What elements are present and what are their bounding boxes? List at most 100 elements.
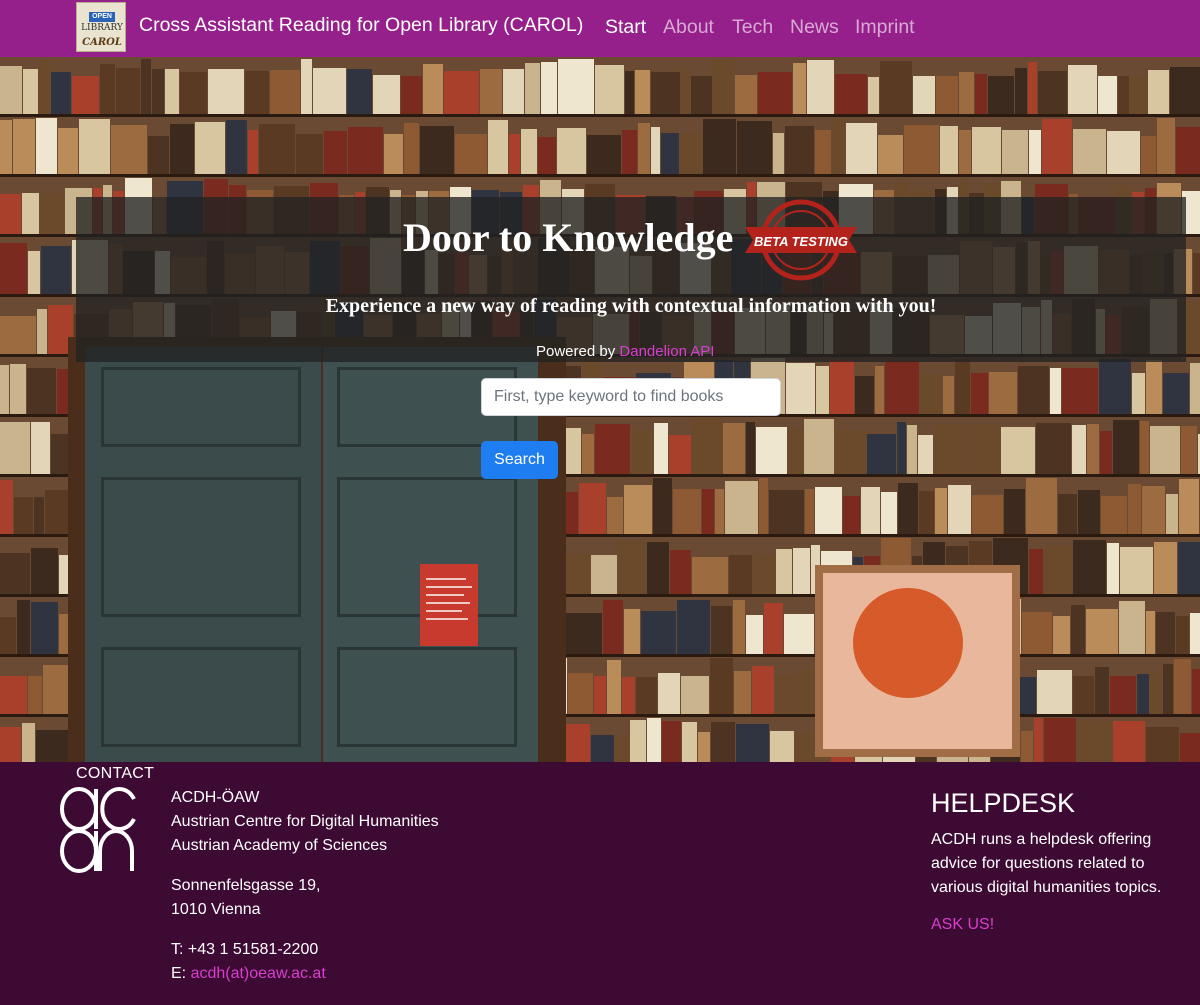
brand-title[interactable]: Cross Assistant Reading for Open Library… <box>139 14 583 37</box>
book-spine <box>776 549 792 597</box>
book-spine <box>1068 65 1097 117</box>
logo-open-label: OPEN <box>89 12 115 22</box>
book-spine <box>111 125 147 177</box>
book-spine <box>226 120 247 177</box>
book-spine <box>711 606 732 657</box>
dandelion-api-link[interactable]: Dandelion API <box>619 343 714 360</box>
book-spine <box>816 366 829 417</box>
book-spine <box>631 430 653 477</box>
nav-news[interactable]: News <box>790 16 839 39</box>
logo-library-label: LIBRARY <box>81 23 123 33</box>
book-spine <box>1022 612 1052 657</box>
book-spine <box>31 548 58 597</box>
door-panel <box>101 647 301 747</box>
book-spine <box>1077 721 1112 762</box>
book-spine <box>703 119 736 177</box>
book-spine <box>0 194 21 237</box>
book-spine <box>1176 616 1189 657</box>
book-spine <box>1072 425 1086 477</box>
book-spine <box>1099 359 1131 417</box>
nav-start[interactable]: Start <box>605 16 646 39</box>
book-spine <box>975 74 987 117</box>
book-spine <box>855 376 874 417</box>
book-spine <box>1193 253 1200 297</box>
book-spine <box>682 722 697 762</box>
book-spine <box>734 671 751 717</box>
book-spine <box>1073 676 1094 717</box>
book-spine <box>713 60 734 117</box>
helpdesk-title: HELPDESK <box>931 788 1076 818</box>
book-spine <box>195 122 225 177</box>
book-spine <box>1053 616 1070 657</box>
book-spine <box>1146 360 1162 417</box>
book-spine <box>603 600 623 657</box>
book-spine <box>948 485 971 537</box>
phone: T: +43 1 51581-2200 <box>171 941 319 958</box>
book-spine <box>1021 731 1033 762</box>
book-spine <box>805 489 814 537</box>
book-spine <box>591 735 614 762</box>
book-spine <box>1154 542 1177 597</box>
carol-logo[interactable]: OPEN LIBRARY CAROL <box>76 2 126 52</box>
book-spine <box>735 75 757 117</box>
shelf-board <box>0 174 1200 177</box>
door-left <box>85 347 321 762</box>
book-spine <box>1001 427 1035 477</box>
nav-imprint[interactable]: Imprint <box>855 16 915 39</box>
org-full-name: Austrian Centre for Digital Humanities <box>171 813 439 830</box>
email-line: E: acdh(at)oeaw.ac.at <box>171 962 326 986</box>
book-spine <box>1142 486 1165 537</box>
book-spine <box>955 359 970 417</box>
book-spine <box>641 611 676 657</box>
book-spine <box>36 730 70 762</box>
book-spine <box>587 135 621 177</box>
badge-text: BETA TESTING <box>754 234 848 249</box>
book-spine <box>444 71 479 117</box>
book-spine <box>1174 659 1191 717</box>
book-spine <box>737 121 772 177</box>
book-spine <box>1073 540 1106 597</box>
powered-prefix: Powered by <box>536 343 620 360</box>
book-spine <box>785 126 814 177</box>
nav-about[interactable]: About <box>663 16 714 39</box>
search-button[interactable]: Search <box>481 441 558 479</box>
nav-tech[interactable]: Tech <box>732 16 773 39</box>
book-spine <box>1146 611 1155 657</box>
book-spine <box>245 71 269 117</box>
book-spine <box>618 541 646 597</box>
book-spine <box>988 76 1014 117</box>
book-spine <box>31 422 50 477</box>
book-spine <box>815 487 842 537</box>
book-spine <box>647 542 669 597</box>
book-spine <box>868 77 879 117</box>
book-spine <box>723 423 745 477</box>
book-spine <box>313 68 346 117</box>
book-spine <box>1038 71 1067 117</box>
book-spine <box>898 483 918 537</box>
book-spine <box>541 62 557 117</box>
book-spine <box>0 66 22 117</box>
book-spine <box>832 119 845 177</box>
book-spine <box>647 718 661 762</box>
book-spine <box>180 72 207 117</box>
ask-us-link[interactable]: ASK US! <box>931 916 994 934</box>
book-spine <box>480 69 502 117</box>
book-spine <box>259 124 295 177</box>
shelf-board <box>0 114 1200 117</box>
search-input[interactable] <box>481 378 781 416</box>
book-spine <box>100 64 115 117</box>
book-spine <box>630 720 646 762</box>
book-spine <box>775 675 798 717</box>
book-spine <box>1163 664 1173 717</box>
book-spine <box>347 69 372 117</box>
book-spine <box>420 126 454 177</box>
book-spine <box>595 424 630 477</box>
book-spine <box>907 425 917 477</box>
org-parent: Austrian Academy of Sciences <box>171 837 388 854</box>
book-spine <box>815 130 831 177</box>
book-spine <box>680 133 702 177</box>
email-link[interactable]: acdh(at)oeaw.ac.at <box>191 965 326 982</box>
hero-section: Door to Knowledge BETA TESTING Experienc… <box>0 57 1200 762</box>
book-spine <box>40 193 64 237</box>
book-spine <box>1113 721 1145 762</box>
